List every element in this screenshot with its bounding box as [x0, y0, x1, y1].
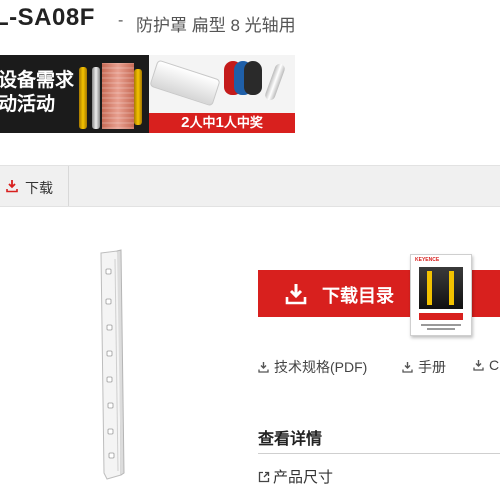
catalog-cover-bar	[449, 271, 454, 305]
download-icon	[6, 180, 18, 193]
mouse-image	[244, 61, 262, 95]
sensor-cylinder-image	[134, 69, 142, 125]
banner-line-2: 动活动	[0, 94, 56, 115]
product-model: L-SA08F	[0, 4, 95, 31]
catalog-cover-brand: KEYENCE	[415, 257, 440, 263]
prize-text: 人中奖	[223, 115, 263, 130]
promo-banner[interactable]: 设备需求 动活动 2人中1人中奖	[0, 55, 295, 133]
download-icon	[473, 360, 484, 371]
details-heading: 查看详情	[258, 431, 323, 448]
spec-pdf-label: 技术规格(PDF)	[274, 359, 368, 375]
sensor-cylinder-image	[79, 67, 87, 129]
catalog-cover-band	[419, 313, 463, 320]
manual-link[interactable]: 手册	[402, 357, 446, 377]
document-links: 技术规格(PDF) 手册 C	[258, 357, 500, 379]
download-catalog-label: 下载目录	[322, 286, 394, 306]
product-dimensions-label: 产品尺寸	[273, 469, 334, 486]
tab-download[interactable]: 下载	[0, 166, 69, 206]
product-description: 防护罩 扁型 8 光轴用	[136, 16, 296, 35]
download-icon	[258, 362, 269, 373]
cad-label: C	[489, 357, 500, 373]
sensor-cylinder-image	[92, 67, 100, 129]
download-icon	[402, 362, 413, 373]
catalog-cover-art	[419, 267, 463, 309]
tab-download-label: 下载	[25, 180, 53, 196]
manual-label: 手册	[418, 359, 446, 375]
catalog-cover-text-line	[421, 324, 461, 326]
cad-link[interactable]: C	[473, 357, 499, 373]
banner-line-1: 设备需求	[0, 70, 75, 91]
product-title-row: L-SA08F - 防护罩 扁型 8 光轴用	[0, 0, 500, 48]
prize-number: 1	[215, 114, 224, 131]
download-icon	[285, 284, 307, 305]
product-image[interactable]	[95, 247, 130, 482]
prize-caption: 2人中1人中奖	[149, 113, 295, 133]
external-link-icon	[258, 471, 270, 483]
details-divider	[258, 453, 500, 454]
title-separator: -	[118, 12, 124, 29]
catalog-cover-image[interactable]: KEYENCE	[410, 254, 472, 336]
catalog-cover-bar	[427, 271, 432, 305]
banner-headline: 设备需求 动活动	[0, 69, 74, 117]
product-dimensions-link[interactable]: 产品尺寸	[258, 466, 333, 487]
tab-bar: 下载	[0, 165, 500, 207]
catalog-cover-text-line	[427, 328, 455, 330]
prize-text: 人中	[189, 115, 216, 130]
light-curtain-image	[102, 63, 134, 129]
spec-pdf-link[interactable]: 技术规格(PDF)	[258, 357, 367, 377]
